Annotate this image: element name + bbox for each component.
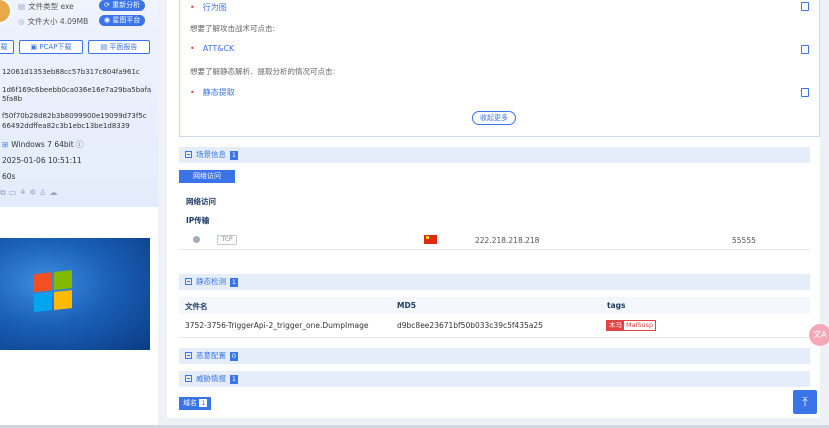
file-size-line: ◎ 文件大小 4.09MB [18,17,89,26]
platform-button[interactable]: ◉ 星图平台 [99,15,146,26]
china-flag-icon [424,235,437,244]
monitor-icon[interactable]: ▭ [9,188,20,197]
count-badge: 1 [230,278,238,287]
static-detection-header[interactable]: 静态检测 1 [179,274,810,290]
scene-info-header[interactable]: 场景信息 1 [179,147,810,163]
protocol-badge: TCP [217,235,237,245]
file-name: 3752-3756-TriggerApi-2_trigger_one.DumpI… [185,321,369,330]
table-row: 3752-3756-TriggerApi-2_trigger_one.DumpI… [179,314,810,338]
hash-sha1-line1: 1d6f169c6beebb0ca036e16e7a29ba5bafa [2,86,152,94]
col-md5: MD5 [397,301,416,310]
os-line: ⊞ Windows 7 64bit ⓘ [2,140,84,149]
network-access-label: 网络访问 [186,197,216,206]
threat-intel-header[interactable]: 威胁情报 1 [179,371,810,387]
file-type-line: ▤ 文件类型 exe [18,2,74,11]
malicious-config-header[interactable]: 恶意配置 0 [179,348,810,364]
sample-summary: ▤ 文件类型 exe ◎ 文件大小 4.09MB ⟳ 重新分析 ◉ 星图平台 载 ▣… [0,0,158,207]
hash-md5: 12061d1353eb88cc57b317c804fa961c [2,68,140,76]
file-icon: ▤ [18,2,26,11]
report-main: • 行为图 想要了解攻击战术可点击: • ATT&CK 想要了解静态解析、提取分析的… [167,0,820,418]
md5-value: d9bc8ee23671bf50b033c39c5f435a25 [397,321,543,330]
copy-icon[interactable]: ⧉ [0,188,9,197]
tab-network-access[interactable]: 网络访问 [179,170,235,183]
hash-sha256-line2: 66492ddffea82c3b1ebc13be1d8339 [2,122,130,130]
windows-icon: ⊞ [2,140,9,149]
ip-address: 222.218.218.218 [475,236,540,245]
static-extract-link[interactable]: • 静态提取 [190,87,235,98]
behavior-links-box: • 行为图 想要了解攻击战术可点击: • ATT&CK 想要了解静态解析、提取分析的… [179,0,820,137]
count-badge: 0 [230,352,238,361]
reanalyze-button[interactable]: ⟳ 重新分析 [99,0,146,11]
sandbox-screenshot[interactable] [0,238,150,350]
attck-link[interactable]: • ATT&CK [190,44,234,53]
windows-logo [34,270,74,314]
shield-icon [193,236,200,243]
tool-icons: ⧉▭⚘✲♙☁ [0,188,60,198]
static-hint: 想要了解静态解析、提取分析的情况可点击: [190,67,336,76]
port-number: 55555 [732,236,756,245]
expand-icon[interactable] [185,352,192,359]
collapse-icon[interactable] [185,151,192,158]
behavior-graph-link[interactable]: • 行为图 [190,2,227,13]
count-badge: 1 [230,151,238,160]
col-tags: tags [607,301,626,310]
sample-info-panel: ▤ 文件类型 exe ◎ 文件大小 4.09MB ⟳ 重新分析 ◉ 星图平台 载 ▣… [0,0,158,428]
static-table-header: 文件名 MD5 tags [179,297,810,314]
ip-transfer-label: IP传输 [186,216,210,225]
count-badge: 1 [230,375,238,384]
collapse-icon[interactable] [185,375,192,382]
cloud-icon[interactable]: ☁ [49,188,60,197]
network-row: TCP 222.218.218.218 55555 [179,230,810,250]
document-icon[interactable] [801,2,809,11]
info-icon[interactable]: ⓘ [76,140,84,149]
pcap-download-button[interactable]: ▣ PCAP下载 [19,40,83,54]
analysis-time: 2025-01-06 10:51:11 [2,156,82,165]
collapse-icon[interactable] [185,278,192,285]
analysis-duration: 60s [2,172,16,181]
hash-sha1-line2: 5fa8b [2,95,23,103]
user-icon[interactable]: ♙ [39,188,49,197]
page: ▤ 文件类型 exe ◎ 文件大小 4.09MB ⟳ 重新分析 ◉ 星图平台 载 ▣… [0,0,829,428]
size-icon: ◎ [18,17,25,26]
tab-domain[interactable]: 域名 1 [179,397,212,410]
file-type-avatar [0,0,12,24]
document-icon[interactable] [801,88,809,97]
threat-tag: 木马 MalSusp [606,320,657,331]
collapse-more-button[interactable]: 收起更多 [472,111,516,125]
hash-sha256-line1: f50f70b28d82b3b8099900e19099d73f5c [2,112,147,120]
settings-icon[interactable]: ✲ [29,188,39,197]
report-download-button[interactable]: ▤ 平面报告 [88,40,150,54]
arrow-up-icon: ⤒ [802,395,808,409]
col-filename: 文件名 [185,302,208,311]
document-icon[interactable] [801,45,809,54]
translate-icon[interactable]: 文A [809,324,829,346]
network-icon[interactable]: ⚘ [19,188,29,197]
attack-hint: 想要了解攻击战术可点击: [190,24,276,33]
sample-download-button[interactable]: 载 [0,40,14,54]
back-to-top-button[interactable]: ⤒ [793,390,817,414]
